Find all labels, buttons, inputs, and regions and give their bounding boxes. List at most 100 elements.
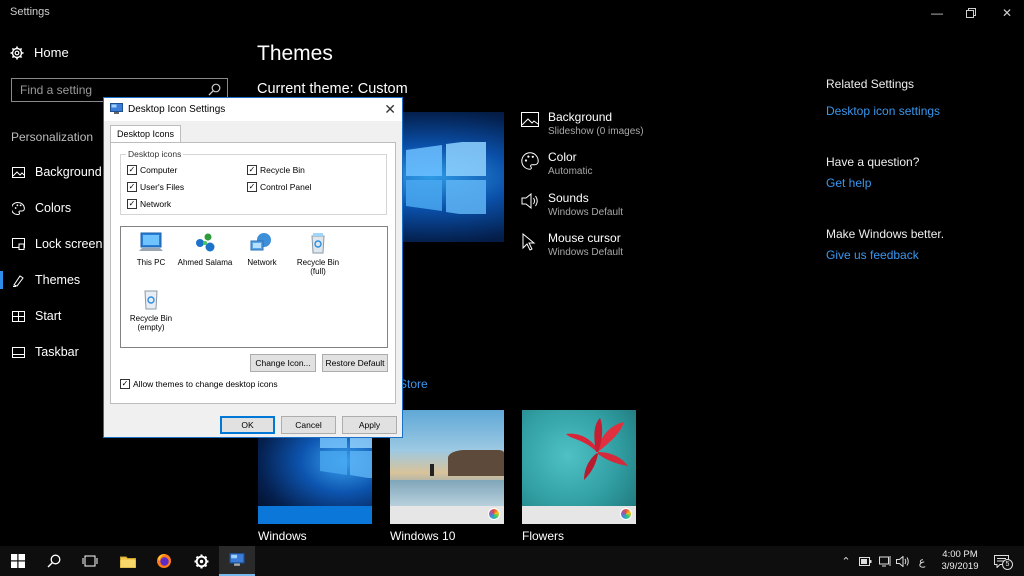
get-help-link[interactable]: Get help <box>826 176 871 190</box>
gear-icon <box>10 46 24 59</box>
image-icon <box>521 112 539 127</box>
feedback-heading: Make Windows better. <box>826 227 945 241</box>
sidebar-item-label: Themes <box>35 273 81 287</box>
themes-icon <box>11 273 25 287</box>
close-button[interactable]: ✕ <box>990 0 1024 26</box>
search-icon[interactable] <box>208 83 221 96</box>
control-panel-checkbox[interactable]: ✓ Control Panel <box>247 182 312 192</box>
icon-label: Recycle Bin <box>129 314 173 323</box>
clock-date: 3/9/2019 <box>941 561 979 572</box>
color-palette-badge <box>488 508 500 520</box>
this-pc-icon <box>139 232 163 251</box>
search-button[interactable] <box>36 546 72 576</box>
section-label: Personalization <box>11 130 94 144</box>
checkbox-label: Allow themes to change desktop icons <box>133 379 278 389</box>
windows-logo-image <box>406 142 486 214</box>
sidebar-item-label: Lock screen <box>35 237 103 251</box>
desktop-icon-settings-link[interactable]: Desktop icon settings <box>826 104 940 118</box>
restore-default-button[interactable]: Restore Default <box>322 354 388 372</box>
apply-button[interactable]: Apply <box>342 416 397 434</box>
sidebar-item-label: Taskbar <box>35 345 79 359</box>
firefox-icon <box>157 554 171 568</box>
icon-label: (full) <box>310 267 326 276</box>
desktop-icon <box>229 553 245 566</box>
check-icon: ✓ <box>127 199 137 209</box>
cancel-button[interactable]: Cancel <box>281 416 336 434</box>
check-icon: ✓ <box>127 182 137 192</box>
dialog-title: Desktop Icon Settings <box>128 104 226 115</box>
theme-thumbnail <box>390 410 504 524</box>
checkbox-label: Control Panel <box>260 182 312 192</box>
palette-icon <box>521 152 539 170</box>
property-name: Mouse cursor <box>548 231 621 245</box>
computer-checkbox[interactable]: ✓ Computer <box>127 165 177 175</box>
users-files-checkbox[interactable]: ✓ User's Files <box>127 182 184 192</box>
tab-desktop-icons[interactable]: Desktop Icons <box>110 125 182 143</box>
volume-button[interactable] <box>894 546 912 576</box>
palette-icon <box>11 201 25 215</box>
dialog-title-bar[interactable]: Desktop Icon Settings ✕ <box>104 98 402 121</box>
lock-screen-icon <box>11 237 25 251</box>
recycle-bin-checkbox[interactable]: ✓ Recycle Bin <box>247 165 305 175</box>
input-language-button[interactable]: ع <box>914 546 930 576</box>
check-icon: ✓ <box>247 182 257 192</box>
taskbar: ⌃ ع 4:00 PM 3/9/2019 5 <box>0 546 1024 576</box>
network-icon <box>878 555 890 566</box>
home-label: Home <box>34 45 69 60</box>
settings-button[interactable] <box>183 546 219 576</box>
checkbox-label: Network <box>140 199 172 209</box>
property-value: Slideshow (0 images) <box>548 126 644 137</box>
show-hidden-icons-button[interactable]: ⌃ <box>838 546 854 576</box>
list-item-recycle-bin-empty[interactable]: Recycle Bin (empty) <box>123 287 179 332</box>
clock[interactable]: 4:00 PM 3/9/2019 <box>936 549 984 573</box>
home-link[interactable]: Home <box>10 45 69 60</box>
list-item-recycle-bin-full[interactable]: Recycle Bin (full) <box>290 231 346 276</box>
notification-count-badge: 5 <box>1002 559 1013 570</box>
store-link[interactable]: Store <box>399 377 428 391</box>
list-item-network[interactable]: Network <box>234 231 290 267</box>
desktop-icon-list: This PC Ahmed Salama Network Recycle Bin… <box>120 226 388 348</box>
give-feedback-link[interactable]: Give us feedback <box>826 248 919 262</box>
current-theme-heading: Current theme: Custom <box>257 81 408 97</box>
desktop-icon-settings-dialog: Desktop Icon Settings ✕ Desktop Icons De… <box>103 97 403 438</box>
close-icon: ✕ <box>1001 6 1013 20</box>
start-button[interactable] <box>0 546 36 576</box>
theme-tile-windows-10[interactable]: Windows 10 <box>390 410 504 543</box>
change-icon-button[interactable]: Change Icon... <box>250 354 316 372</box>
chevron-up-icon: ⌃ <box>841 555 851 568</box>
desktop-icon-settings-taskbar-button[interactable] <box>219 546 255 576</box>
theme-tile-label: Flowers <box>522 529 565 543</box>
battery-button[interactable] <box>856 546 874 576</box>
firefox-button[interactable] <box>146 546 182 576</box>
restore-button[interactable] <box>954 0 988 26</box>
dialog-close-icon[interactable]: ✕ <box>384 101 396 118</box>
icon-label: This PC <box>136 258 166 267</box>
icon-label: Ahmed Salama <box>177 258 233 267</box>
task-view-icon <box>82 555 98 567</box>
sidebar-item-label: Start <box>35 309 62 323</box>
check-icon: ✓ <box>127 165 137 175</box>
icon-label: Recycle Bin <box>296 258 340 267</box>
list-item-this-pc[interactable]: This PC <box>123 231 179 267</box>
windows-start-icon <box>11 554 25 568</box>
action-center-button[interactable]: 5 <box>988 546 1014 576</box>
allow-themes-checkbox[interactable]: ✓ Allow themes to change desktop icons <box>120 379 278 389</box>
theme-tile-flowers[interactable]: Flowers <box>522 410 636 543</box>
start-icon <box>11 309 25 323</box>
page-title: Themes <box>257 42 333 65</box>
property-value: Automatic <box>548 166 593 177</box>
icon-label: Network <box>247 258 277 267</box>
clock-time: 4:00 PM <box>942 549 978 560</box>
folder-icon <box>120 556 136 568</box>
task-view-button[interactable] <box>72 546 108 576</box>
window-title: Settings <box>10 6 50 18</box>
minimize-button[interactable]: — <box>920 0 954 26</box>
network-tray-button[interactable] <box>876 546 894 576</box>
ok-button[interactable]: OK <box>220 416 275 434</box>
list-item-user[interactable]: Ahmed Salama <box>177 231 233 267</box>
color-palette-badge <box>620 508 632 520</box>
theme-tile-label: Windows <box>258 529 307 543</box>
related-settings-heading: Related Settings <box>826 77 915 91</box>
network-checkbox[interactable]: ✓ Network <box>127 199 171 209</box>
file-explorer-button[interactable] <box>110 546 146 576</box>
